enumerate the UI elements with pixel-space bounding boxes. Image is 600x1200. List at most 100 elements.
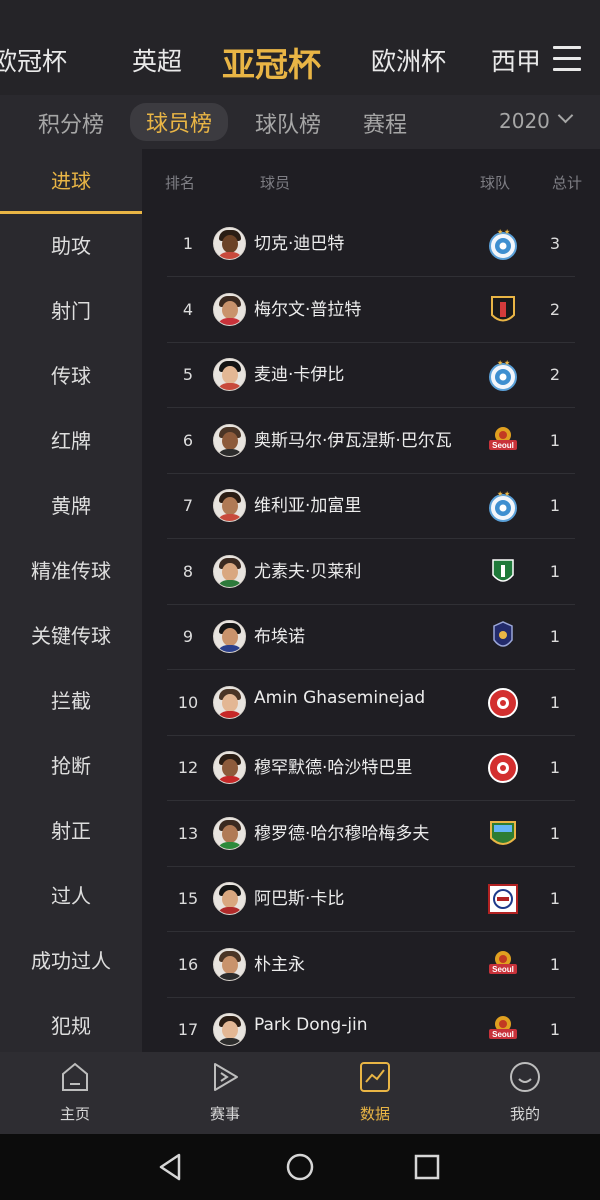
player-row[interactable]: 7 维利亚·加富里 ★ ★ 1 (167, 474, 575, 539)
player-rank: 10 (177, 692, 199, 712)
goal-total: 2 (549, 365, 561, 384)
home-circle-icon[interactable] (284, 1151, 316, 1183)
player-row[interactable]: 10 Amin Ghaseminejad 1 (167, 671, 575, 736)
player-name[interactable]: 维利亚·加富里 (254, 491, 361, 516)
fc-seoul-badge-icon[interactable]: Seoul (485, 1012, 521, 1048)
player-name[interactable]: 梅尔文·普拉特 (254, 295, 361, 320)
player-rank: 13 (177, 823, 199, 843)
sharjah-badge-icon[interactable] (485, 881, 521, 917)
player-row[interactable]: 12 穆罕默德·哈沙特巴里 1 (167, 736, 575, 801)
buriram-united-badge-icon[interactable] (485, 619, 521, 655)
player-rank: 1 (182, 234, 194, 253)
player-row[interactable]: 15 阿巴斯·卡比 1 (167, 867, 575, 932)
tab-premier-league[interactable]: 英超 (132, 42, 182, 78)
recents-icon[interactable] (411, 1151, 443, 1183)
player-row[interactable]: 1 切克·迪巴特 ★ ★ 3 (167, 212, 575, 277)
svg-text:★: ★ (504, 359, 510, 367)
category-tackles[interactable]: 抢断 (0, 734, 142, 799)
back-icon[interactable] (155, 1151, 187, 1183)
player-row[interactable]: 16 朴主永 Seoul 1 (167, 933, 575, 998)
player-avatar (213, 358, 246, 391)
goal-total: 1 (549, 692, 561, 712)
tab-afc-champions-league[interactable]: 亚冠杯 (222, 38, 321, 86)
player-row[interactable]: 4 梅尔文·普拉特 2 (167, 278, 575, 343)
tab-team-ranking[interactable]: 球队榜 (255, 107, 321, 139)
goal-total: 1 (549, 627, 561, 646)
player-ranking-table: 排名 球员 球队 总计 1 切克·迪巴特 ★ ★ 3 4 梅尔文·普拉特 2 5 麦迪·卡伊比… (142, 149, 600, 1052)
category-goals[interactable]: 进球 (0, 149, 142, 214)
category-fouls[interactable]: 犯规 (0, 994, 142, 1052)
persepolis-badge-icon[interactable] (485, 750, 521, 786)
tab-standings[interactable]: 积分榜 (38, 107, 104, 139)
player-avatar (213, 685, 246, 719)
category-interceptions[interactable]: 拦截 (0, 669, 142, 734)
tab-la-liga[interactable]: 西甲 (491, 42, 541, 78)
player-rank: 17 (177, 1020, 199, 1039)
svg-text:Seoul: Seoul (492, 441, 514, 450)
tab-player-ranking[interactable]: 球员榜 (130, 103, 229, 141)
pakhtakor-badge-icon[interactable] (485, 816, 521, 852)
category-accurate-passes[interactable]: 精准传球 (0, 539, 142, 604)
category-dribbles[interactable]: 过人 (0, 864, 142, 929)
player-rank: 15 (177, 889, 199, 908)
category-assists[interactable]: 助攻 (0, 214, 142, 279)
persepolis-badge-icon[interactable] (485, 685, 521, 721)
player-name[interactable]: 穆罕默德·哈沙特巴里 (254, 753, 412, 778)
category-red-cards[interactable]: 红牌 (0, 409, 142, 474)
category-passes[interactable]: 传球 (0, 344, 142, 409)
nav-matches[interactable]: 赛事 (150, 1052, 300, 1134)
player-avatar (213, 751, 246, 784)
fc-seoul-badge-icon[interactable]: Seoul (485, 423, 521, 459)
player-row[interactable]: 17 Park Dong-jin Seoul 1 (167, 998, 575, 1052)
player-rank: 16 (177, 954, 199, 974)
nav-matches-label: 赛事 (209, 1105, 240, 1123)
fc-seoul-badge-icon[interactable]: Seoul (485, 947, 521, 983)
tab-ucl[interactable]: 欧冠杯 (0, 42, 67, 78)
player-row[interactable]: 13 穆罗德·哈尔穆哈梅多夫 1 (167, 802, 575, 867)
season-selector[interactable]: 2020 (499, 109, 550, 133)
tab-euro[interactable]: 欧洲杯 (371, 42, 446, 78)
goal-total: 1 (549, 823, 561, 843)
ranking-type-tabs: 积分榜 球员榜 球队榜 赛程 2020 (0, 95, 600, 149)
player-name[interactable]: 布埃诺 (254, 622, 305, 647)
player-name[interactable]: 麦迪·卡伊比 (254, 360, 344, 385)
category-successful-dribbles[interactable]: 成功过人 (0, 929, 142, 994)
al-ahli-badge-icon[interactable] (485, 554, 521, 590)
svg-text:Seoul: Seoul (492, 1030, 514, 1039)
category-key-passes[interactable]: 关键传球 (0, 604, 142, 669)
player-name[interactable]: 穆罗德·哈尔穆哈梅多夫 (254, 819, 429, 844)
goal-total: 1 (549, 430, 561, 450)
category-shots-on-target[interactable]: 射正 (0, 799, 142, 864)
nav-home[interactable]: 主页 (0, 1052, 150, 1134)
player-name[interactable]: Amin Ghaseminejad (254, 688, 425, 708)
player-row[interactable]: 8 尤素夫·贝莱利 1 (167, 540, 575, 605)
player-row[interactable]: 5 麦迪·卡伊比 ★ ★ 2 (167, 343, 575, 408)
player-row[interactable]: 9 布埃诺 1 (167, 605, 575, 670)
player-avatar (213, 423, 246, 457)
player-name[interactable]: 尤素夫·贝莱利 (254, 557, 361, 582)
bali-united-badge-icon[interactable] (485, 292, 521, 328)
player-name[interactable]: 朴主永 (254, 950, 305, 975)
goal-total: 1 (549, 1020, 561, 1039)
player-name[interactable]: Park Dong-jin (254, 1015, 368, 1035)
al-duhail-badge-icon[interactable]: ★ ★ (485, 357, 521, 393)
player-name[interactable]: 切克·迪巴特 (254, 229, 344, 254)
hamburger-menu-icon[interactable] (553, 46, 581, 72)
player-name[interactable]: 阿巴斯·卡比 (254, 884, 344, 909)
category-shots[interactable]: 射门 (0, 279, 142, 344)
al-duhail-badge-icon[interactable]: ★ ★ (485, 226, 521, 262)
player-name[interactable]: 奥斯马尔·伊瓦涅斯·巴尔瓦 (254, 426, 452, 451)
svg-text:Seoul: Seoul (492, 965, 514, 974)
goal-total: 1 (549, 496, 561, 515)
chevron-down-icon[interactable] (557, 107, 574, 124)
category-yellow-cards[interactable]: 黄牌 (0, 474, 142, 539)
header-player: 球员 (260, 174, 291, 192)
tab-schedule[interactable]: 赛程 (363, 107, 407, 139)
al-duhail-badge-icon[interactable]: ★ ★ (485, 488, 521, 524)
nav-data[interactable]: 数据 (300, 1052, 450, 1134)
svg-text:★: ★ (504, 490, 510, 498)
player-row[interactable]: 6 奥斯马尔·伊瓦涅斯·巴尔瓦 Seoul 1 (167, 409, 575, 474)
nav-profile[interactable]: 我的 (450, 1052, 600, 1134)
player-rank: 7 (182, 496, 194, 515)
goal-total: 3 (549, 234, 561, 253)
